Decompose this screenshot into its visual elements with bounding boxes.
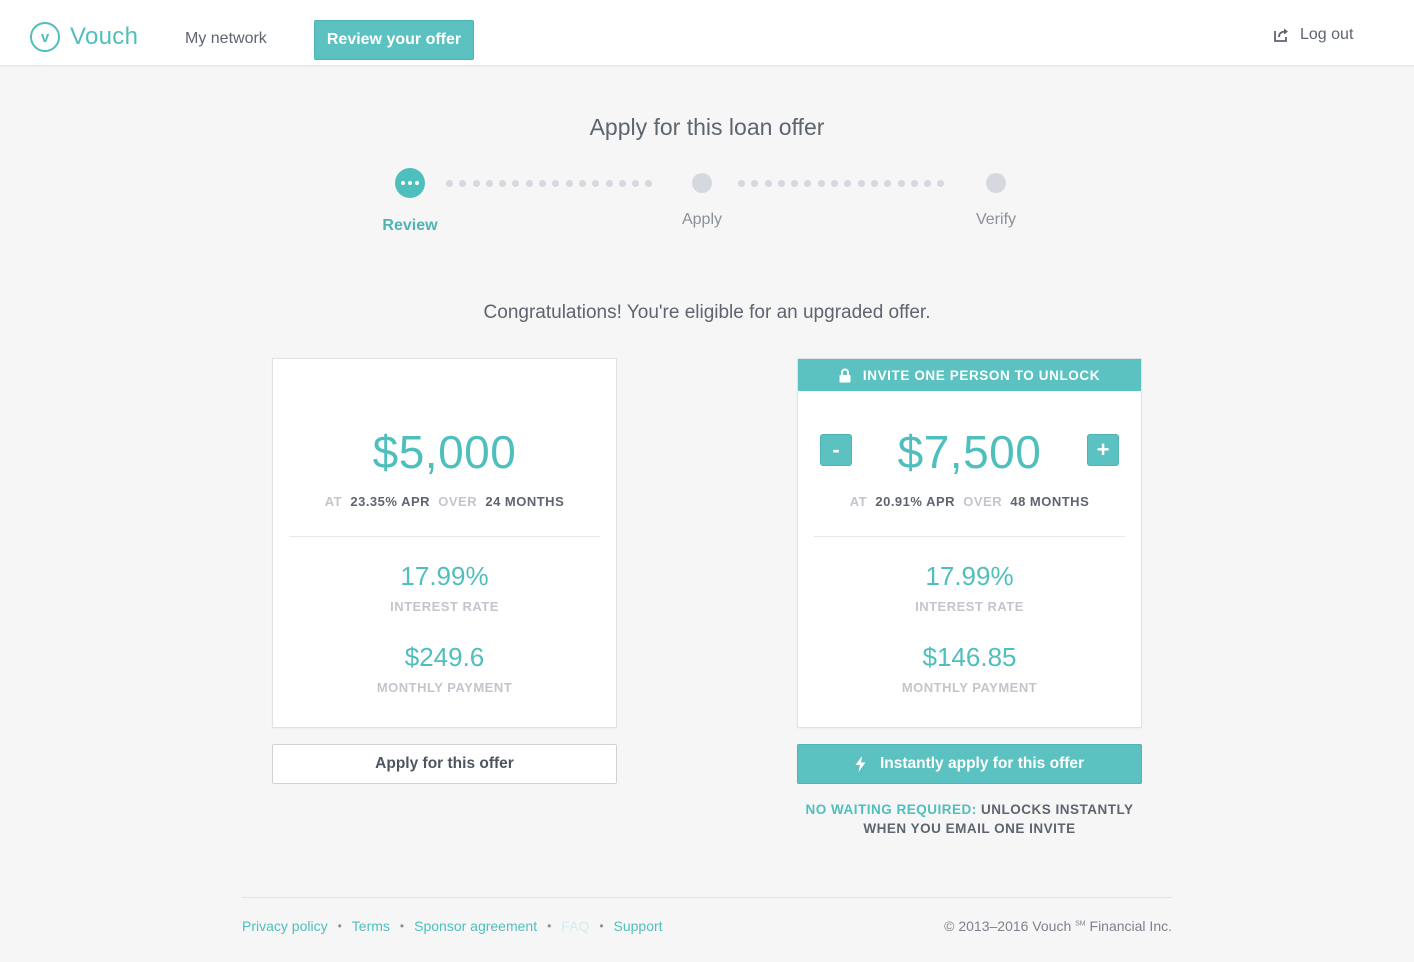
step-connector-2 (738, 180, 951, 187)
service-mark: SM (1075, 920, 1086, 928)
brand-name: Vouch (70, 23, 139, 50)
monthly-payment-value: $249.6 (404, 642, 485, 672)
offer-card-upgraded: INVITE ONE PERSON TO UNLOCK - $7,500 + A… (797, 358, 1142, 728)
loan-amount: $5,000 (372, 426, 517, 478)
brand-logo[interactable]: v Vouch (30, 22, 138, 52)
step-apply-label: Apply (681, 211, 723, 228)
unlock-banner-text: INVITE ONE PERSON TO UNLOCK (862, 367, 1101, 383)
top-navigation-bar: v Vouch My network Review your offer Log… (0, 0, 1414, 66)
footer-link-faq[interactable]: FAQ (561, 918, 589, 934)
step-connector-1 (446, 180, 659, 187)
unlock-banner: INVITE ONE PERSON TO UNLOCK (798, 359, 1141, 391)
step-verify-label: Verify (975, 211, 1017, 228)
apr-value: 23.35% APR (350, 494, 431, 509)
ellipsis-icon (400, 181, 421, 185)
footer-link-privacy[interactable]: Privacy policy (242, 918, 328, 934)
interest-rate-value: 17.99% (400, 561, 489, 591)
offer-card-basic: $5,000 AT 23.35% APR OVER 24 MONTHS 17.9… (272, 358, 617, 728)
interest-rate-label: INTEREST RATE (915, 599, 1024, 614)
footer-link-terms[interactable]: Terms (352, 918, 390, 934)
increase-amount-button[interactable]: + (1087, 434, 1119, 466)
apply-offer-button[interactable]: Apply for this offer (272, 744, 617, 784)
footer-separator: • (547, 919, 552, 933)
card-divider (289, 536, 600, 537)
term-value: 24 MONTHS (485, 494, 565, 509)
step-apply-indicator (692, 173, 712, 193)
copyright: © 2013–2016 Vouch SM Financial Inc. (944, 918, 1172, 934)
step-review-label: Review (382, 217, 438, 234)
at-label: AT (849, 494, 868, 509)
lock-icon (839, 368, 851, 382)
interest-rate-value: 17.99% (925, 561, 1014, 591)
apr-value: 20.91% APR (875, 494, 956, 509)
nav-my-network[interactable]: My network (185, 30, 267, 48)
instant-apply-button[interactable]: Instantly apply for this offer (797, 744, 1142, 784)
copyright-suffix: Financial Inc. (1089, 918, 1172, 934)
at-label: AT (324, 494, 343, 509)
instant-apply-label: Instantly apply for this offer (879, 755, 1085, 772)
interest-rate-label: INTEREST RATE (390, 599, 499, 614)
vouch-logo-icon: v (30, 22, 60, 52)
page-title: Apply for this loan offer (589, 114, 825, 140)
footer-separator: • (337, 919, 342, 933)
step-review-indicator (395, 168, 425, 198)
logout-label: Log out (1300, 26, 1354, 43)
lightning-icon (855, 756, 866, 772)
loan-terms: AT 23.35% APR OVER 24 MONTHS (273, 494, 616, 509)
loan-terms: AT 20.91% APR OVER 48 MONTHS (798, 494, 1141, 509)
logo-letter: v (40, 28, 50, 46)
copyright-prefix: © 2013–2016 Vouch (944, 918, 1072, 934)
card-divider (814, 536, 1125, 537)
term-value: 48 MONTHS (1010, 494, 1090, 509)
eligibility-message: Congratulations! You're eligible for an … (483, 302, 931, 323)
step-verify-indicator (986, 173, 1006, 193)
over-label: OVER (963, 494, 1003, 509)
note-line-1: UNLOCKS INSTANTLY (981, 802, 1134, 817)
monthly-payment-label: MONTHLY PAYMENT (901, 680, 1038, 695)
footer-links: Privacy policy • Terms • Sponsor agreeme… (242, 918, 663, 934)
nav-review-your-offer[interactable]: Review your offer (314, 20, 474, 60)
footer-link-support[interactable]: Support (614, 918, 663, 934)
footer-divider (242, 897, 1172, 898)
over-label: OVER (438, 494, 478, 509)
logout-link[interactable]: Log out (1274, 26, 1353, 44)
footer-link-sponsor-agreement[interactable]: Sponsor agreement (414, 918, 537, 934)
monthly-payment-label: MONTHLY PAYMENT (376, 680, 513, 695)
footer-separator: • (599, 919, 604, 933)
logout-icon (1274, 28, 1288, 42)
note-line-2: WHEN YOU EMAIL ONE INVITE (863, 821, 1076, 836)
monthly-payment-value: $146.85 (922, 642, 1017, 672)
instant-unlock-note: NO WAITING REQUIRED: UNLOCKS INSTANTLY W… (797, 800, 1142, 838)
footer-separator: • (399, 919, 405, 933)
note-highlight: NO WAITING REQUIRED: (805, 802, 977, 817)
